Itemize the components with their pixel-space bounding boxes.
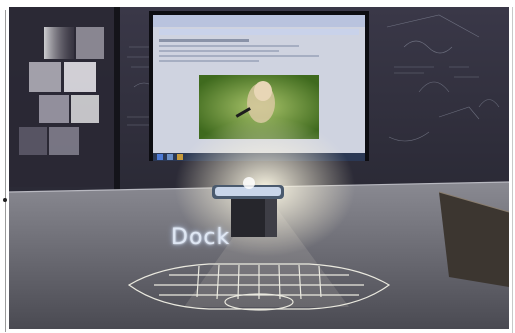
left-border-line xyxy=(5,10,6,332)
photo-frame xyxy=(9,7,509,329)
wall-tiles xyxy=(9,7,119,187)
dock-label: Dock xyxy=(171,225,231,250)
right-border-line xyxy=(512,7,513,333)
bullet-dot xyxy=(3,198,7,202)
scene-illustration xyxy=(9,7,509,329)
wall-pillar xyxy=(114,7,120,197)
